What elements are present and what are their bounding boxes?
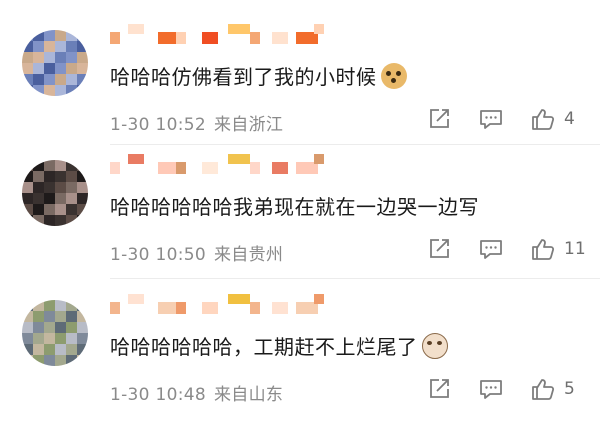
- avatar[interactable]: [22, 160, 88, 226]
- cat-emoji: [421, 333, 448, 359]
- share-icon[interactable]: [426, 106, 452, 132]
- location: 来自贵州: [213, 245, 284, 265]
- comment-meta: 1-30 10:52 来自浙江: [110, 110, 283, 135]
- comment-meta: 1-30 10:50 来自贵州: [110, 240, 283, 265]
- comment-icon[interactable]: [478, 236, 504, 262]
- doge-emoji: [380, 63, 407, 89]
- location: 来自浙江: [213, 115, 284, 135]
- username-pixelated[interactable]: [110, 22, 330, 50]
- like-count: 5: [564, 379, 575, 399]
- comment-item: 哈哈哈哈哈哈我弟现在就在一边哭一边写 1-30 10:50 来自贵州 11: [0, 136, 600, 279]
- action-bar: 4: [426, 106, 596, 134]
- comment-item: 哈哈哈哈哈哈，工期赶不上烂尾了 1-30 10:48 来自山东 5: [0, 276, 600, 416]
- like-icon[interactable]: [530, 106, 556, 132]
- comment-icon[interactable]: [478, 106, 504, 132]
- comment-text: 哈哈哈哈哈哈我弟现在就在一边哭一边写: [110, 195, 479, 219]
- share-icon[interactable]: [426, 236, 452, 262]
- avatar[interactable]: [22, 300, 88, 366]
- avatar[interactable]: [22, 30, 88, 96]
- action-bar: 11: [426, 236, 596, 264]
- comment-item: 哈哈哈仿佛看到了我的小时候 1-30 10:52 来自浙江 4: [0, 6, 600, 146]
- timestamp: 1-30 10:50: [110, 245, 206, 265]
- share-icon[interactable]: [426, 376, 452, 402]
- like-count: 11: [564, 239, 586, 259]
- timestamp: 1-30 10:52: [110, 115, 206, 135]
- comment-text: 哈哈哈哈哈哈，工期赶不上烂尾了: [110, 332, 448, 362]
- like-icon[interactable]: [530, 236, 556, 262]
- username-pixelated[interactable]: [110, 152, 330, 180]
- like-icon[interactable]: [530, 376, 556, 402]
- location: 来自山东: [213, 385, 284, 405]
- like-count: 4: [564, 109, 575, 129]
- action-bar: 5: [426, 376, 596, 404]
- comment-icon[interactable]: [478, 376, 504, 402]
- username-pixelated[interactable]: [110, 292, 330, 320]
- comment-meta: 1-30 10:48 来自山东: [110, 380, 283, 405]
- timestamp: 1-30 10:48: [110, 385, 206, 405]
- comment-text: 哈哈哈仿佛看到了我的小时候: [110, 62, 407, 92]
